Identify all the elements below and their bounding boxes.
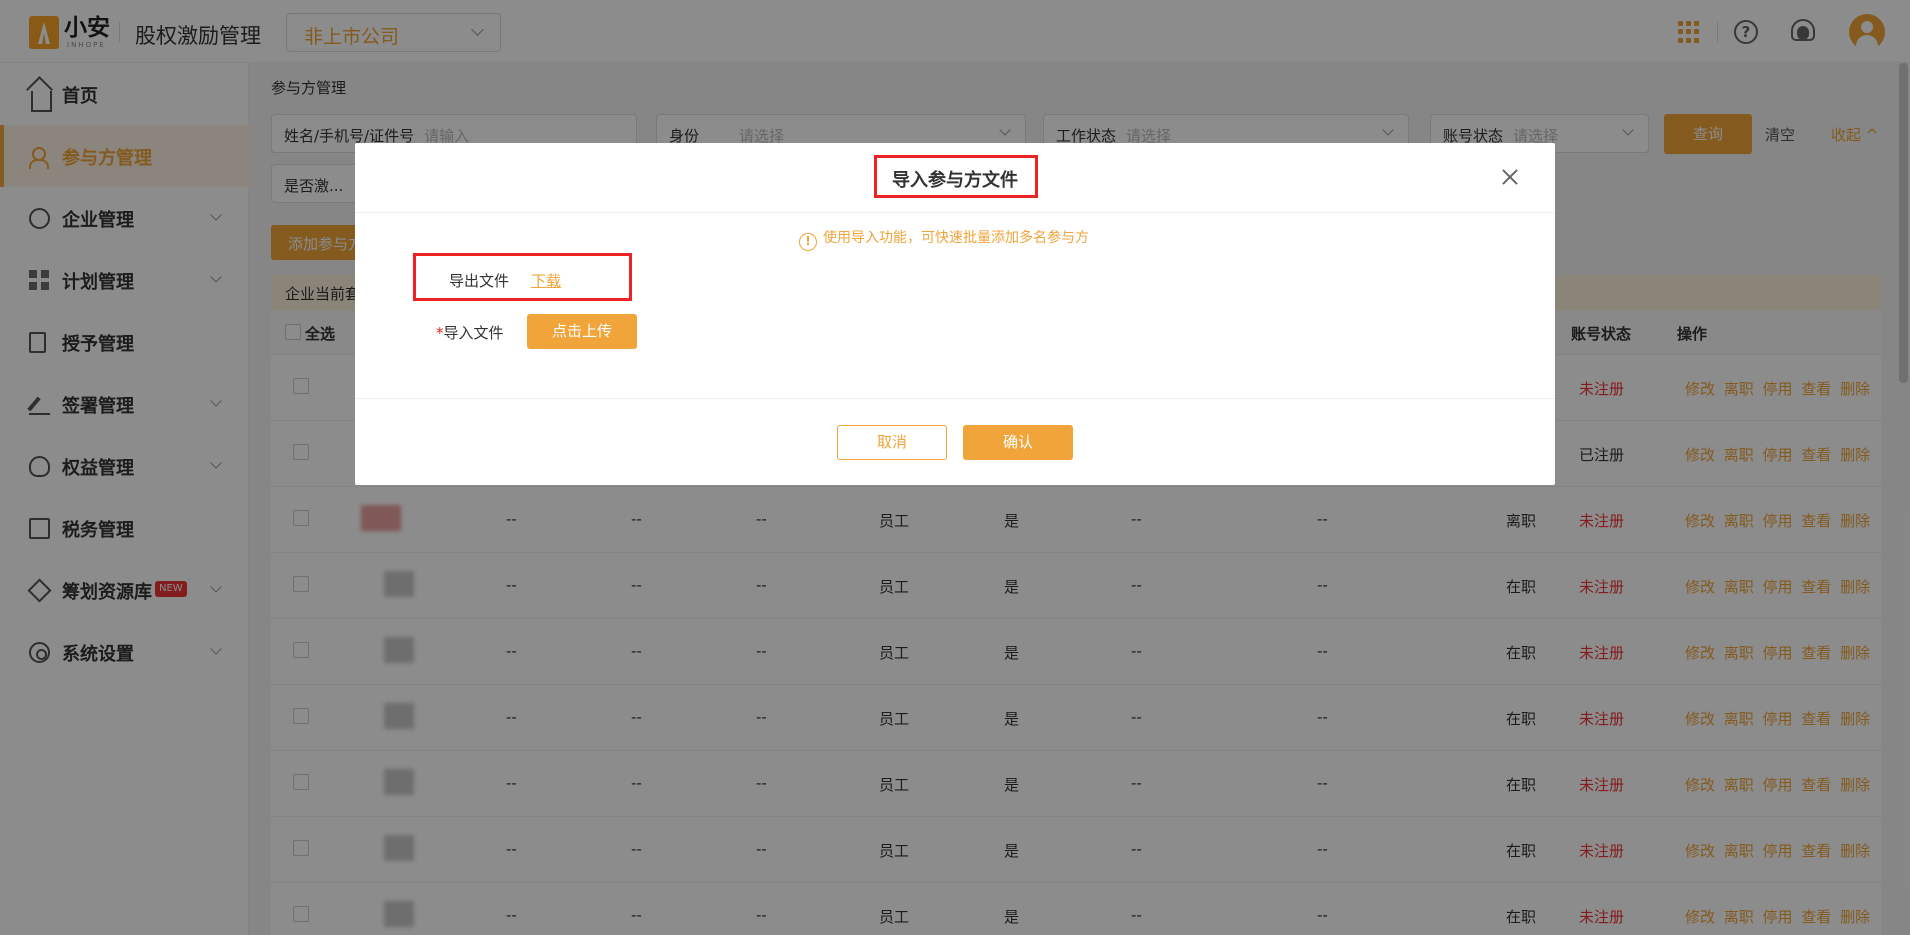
export-file-label: 导出文件 [449,272,510,290]
title-highlight-box [874,155,1038,198]
import-participants-dialog: 导入参与方文件 ! 使用导入功能，可快速批量添加多名参与方 导出文件 下载 *导入… [355,143,1555,485]
download-link[interactable]: 下载 [531,270,561,291]
import-tip: ! 使用导入功能，可快速批量添加多名参与方 [799,227,1089,251]
confirm-button[interactable]: 确认 [963,425,1073,460]
import-file-label: *导入文件 [436,322,504,343]
warning-icon: ! [799,233,817,251]
dialog-footer-divider [355,398,1555,399]
required-mark: * [436,324,444,342]
import-tip-text: 使用导入功能，可快速批量添加多名参与方 [823,230,1089,246]
upload-button[interactable]: 点击上传 [527,314,637,349]
export-highlight-box [413,253,632,301]
dialog-header: 导入参与方文件 [355,143,1555,213]
import-file-text: 导入文件 [443,324,504,342]
cancel-button[interactable]: 取消 [837,425,947,460]
close-icon[interactable] [1501,168,1519,186]
